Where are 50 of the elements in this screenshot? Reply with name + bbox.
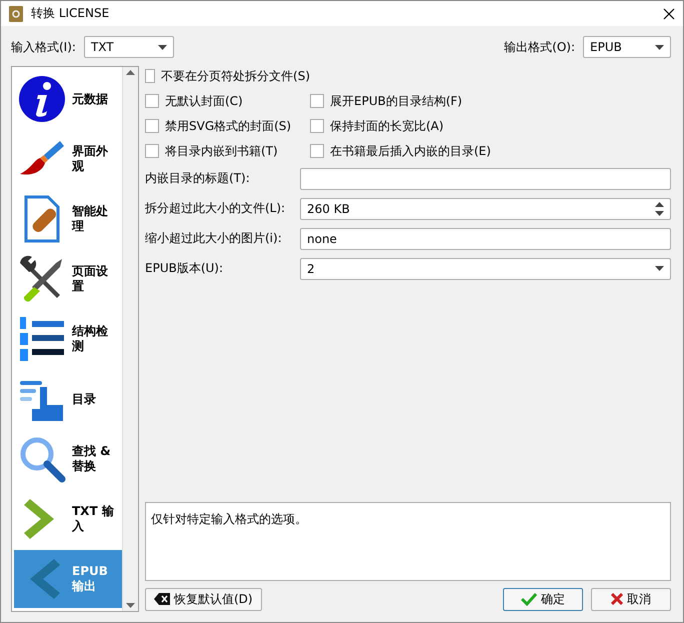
version-dropdown[interactable]: 2 [300, 258, 671, 280]
sidebar-item[interactable]: 智能处理 [14, 190, 122, 248]
input-format-label: 输入格式(I): [11, 38, 76, 56]
window-title: 转换 LICENSE [31, 5, 110, 22]
checkbox-label: 禁用SVG格式的封面(S) [165, 118, 292, 134]
restore-defaults-button[interactable]: 恢复默认值(D) [145, 588, 262, 610]
checkmark-icon [521, 592, 537, 606]
checkbox-label: 展开EPUB的目录结构(F) [330, 92, 462, 110]
book-icon [9, 6, 23, 22]
numbered-list-icon [18, 315, 66, 363]
output-format-dropdown[interactable]: EPUB [583, 36, 671, 58]
cancel-button[interactable]: 取消 [591, 588, 671, 610]
checkbox[interactable]: 保持封面的长宽比(A) [310, 118, 671, 134]
caret-icon [655, 266, 664, 271]
checkbox[interactable]: 将目录内嵌到书籍(T) [145, 142, 310, 160]
caret-icon [655, 44, 664, 50]
backspace-icon [154, 593, 170, 605]
sidebar-item[interactable]: 页面设置 [14, 250, 122, 308]
checkbox-label: 无默认封面(C) [165, 92, 243, 110]
output-format-label: 输出格式(O): [504, 38, 575, 56]
close-icon[interactable] [663, 8, 675, 20]
checkbox[interactable]: 禁用SVG格式的封面(S) [145, 118, 310, 134]
input-field[interactable] [300, 168, 671, 190]
search-icon [18, 435, 66, 483]
spinner-icon[interactable] [655, 200, 664, 216]
checkbox-label: 保持封面的长宽比(A) [330, 118, 444, 134]
field-label: 缩小超过此大小的图片(i): [145, 230, 283, 247]
cross-icon [611, 593, 623, 605]
sidebar-item[interactable]: 查找 & 替换 [14, 430, 122, 488]
info-icon [18, 75, 66, 123]
sidebar-item[interactable]: 目录 [14, 370, 122, 428]
sidebar-item[interactable]: 结构检测 [14, 310, 122, 368]
field-label: 拆分超过此大小的文件(L): [145, 200, 286, 217]
description-text: 仅针对特定输入格式的选项。 [151, 512, 307, 526]
checkbox[interactable]: 在书籍最后插入内嵌的目录(E) [310, 142, 671, 160]
field-label: EPUB版本(U): [145, 260, 224, 277]
scrollbar[interactable] [122, 67, 138, 611]
caret-icon [158, 44, 167, 50]
sidebar-item[interactable]: 元数据 [14, 70, 122, 128]
checkbox[interactable]: 无默认封面(C) [145, 92, 310, 110]
input-field[interactable]: 260 KB [300, 198, 671, 220]
input-format-dropdown[interactable]: TXT [84, 36, 174, 58]
field-label: 内嵌目录的标题(T): [145, 170, 251, 187]
checkbox[interactable]: 展开EPUB的目录结构(F) [310, 92, 671, 110]
sidebar-item[interactable]: TXT 输入 [14, 490, 122, 548]
checkbox-label: 在书籍最后插入内嵌的目录(E) [330, 142, 491, 160]
ok-button[interactable]: 确定 [503, 588, 583, 610]
input-field[interactable]: none [300, 228, 671, 250]
checkbox-label: 将目录内嵌到书籍(T) [165, 142, 278, 160]
sidebar-item[interactable]: 界面外观 [14, 130, 122, 188]
